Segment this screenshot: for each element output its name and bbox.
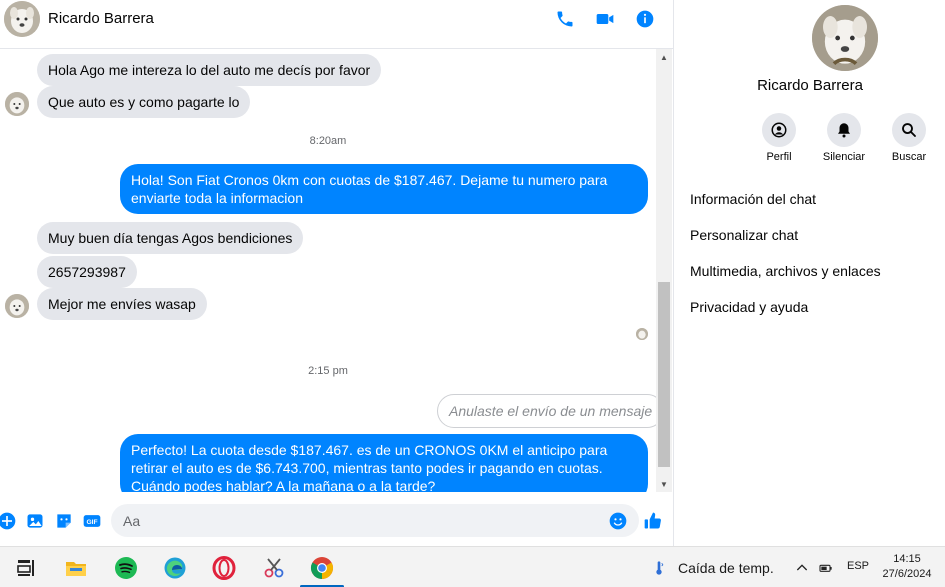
contact-avatar[interactable] — [4, 1, 40, 37]
weather-text[interactable]: Caída de temp. — [678, 560, 774, 576]
svg-text:GIF: GIF — [86, 519, 97, 526]
contact-name[interactable]: Ricardo Barrera — [48, 10, 154, 27]
message-incoming[interactable]: Hola Ago me intereza lo del auto me decí… — [37, 54, 382, 86]
message-timestamp: 2:15 pm — [308, 365, 348, 377]
language-indicator[interactable]: ESP — [847, 560, 869, 572]
info-icon[interactable] — [634, 8, 656, 30]
search-button[interactable]: Buscar — [879, 113, 939, 163]
video-call-icon[interactable] — [594, 8, 616, 30]
scroll-thumb[interactable] — [658, 282, 670, 467]
scroll-down-arrow[interactable]: ▼ — [656, 476, 672, 492]
bell-icon — [827, 113, 861, 147]
panel-item-customize-chat[interactable]: Personalizar chat — [690, 227, 798, 243]
chat-column: Ricardo Barrera Hola Ago me intereza lo … — [0, 0, 673, 546]
composer: GIF — [0, 496, 673, 546]
spotify-icon[interactable] — [112, 554, 140, 582]
message-incoming[interactable]: 2657293987 — [37, 256, 137, 288]
message-scrollbar[interactable]: ▲ ▼ — [656, 49, 672, 492]
clock-date: 27/6/2024 — [882, 568, 932, 580]
message-outgoing[interactable]: Hola! Son Fiat Cronos 0km con cuotas de … — [120, 164, 648, 214]
message-timestamp: 8:20am — [309, 135, 347, 147]
chrome-icon[interactable] — [308, 554, 336, 582]
sender-avatar — [5, 92, 29, 116]
plus-icon[interactable] — [0, 511, 17, 531]
battery-network-icon[interactable] — [817, 559, 835, 577]
emoji-icon[interactable] — [608, 511, 628, 531]
panel-item-media-files[interactable]: Multimedia, archivos y enlaces — [690, 263, 881, 279]
clock-time: 14:15 — [893, 553, 921, 565]
search-label: Buscar — [891, 151, 927, 163]
phone-icon[interactable] — [554, 8, 576, 30]
panel-item-chat-info[interactable]: Información del chat — [690, 191, 816, 207]
message-input[interactable] — [111, 504, 639, 537]
search-icon — [892, 113, 926, 147]
message-incoming[interactable]: Muy buen día tengas Agos bendiciones — [37, 222, 304, 254]
panel-item-privacy-help[interactable]: Privacidad y ayuda — [690, 299, 808, 315]
message-incoming[interactable]: Mejor me envíes wasap — [37, 288, 207, 320]
opera-icon[interactable] — [210, 554, 238, 582]
app-window: Ricardo Barrera Hola Ago me intereza lo … — [0, 0, 945, 587]
seen-avatar — [636, 328, 648, 340]
image-icon[interactable] — [25, 511, 45, 531]
message-outgoing[interactable]: Perfecto! La cuota desde $187.467. es de… — [120, 434, 648, 492]
sticker-icon[interactable] — [54, 511, 74, 531]
windows-taskbar: Caída de temp. ESP 14:15 27/6/2024 — [0, 546, 945, 587]
scroll-up-arrow[interactable]: ▲ — [656, 49, 672, 65]
mute-button[interactable]: Silenciar — [814, 113, 874, 163]
message-list: Hola Ago me intereza lo del auto me decí… — [0, 49, 656, 492]
panel-contact-name: Ricardo Barrera — [757, 77, 863, 94]
gif-icon[interactable]: GIF — [82, 511, 102, 531]
panel-contact-avatar[interactable] — [812, 5, 878, 71]
snipping-tool-icon[interactable] — [260, 554, 288, 582]
chevron-up-icon[interactable] — [793, 559, 811, 577]
profile-button[interactable]: Perfil — [749, 113, 809, 163]
chat-header: Ricardo Barrera — [0, 0, 673, 40]
clock[interactable]: 14:15 27/6/2024 — [878, 552, 936, 582]
chat-info-panel: Ricardo Barrera Perfil Silenciar Buscar … — [673, 0, 945, 546]
profile-label: Perfil — [766, 151, 792, 163]
unsent-message: Anulaste el envío de un mensaje — [437, 394, 656, 428]
edge-icon[interactable] — [161, 554, 189, 582]
message-incoming[interactable]: Que auto es y como pagarte lo — [37, 86, 251, 118]
file-explorer-icon[interactable] — [62, 554, 90, 582]
task-view-icon[interactable] — [12, 554, 40, 582]
mute-label: Silenciar — [822, 151, 866, 163]
sender-avatar — [5, 294, 29, 318]
thumbs-up-icon[interactable] — [643, 511, 663, 531]
profile-icon — [762, 113, 796, 147]
thermometer-icon[interactable] — [650, 557, 668, 579]
